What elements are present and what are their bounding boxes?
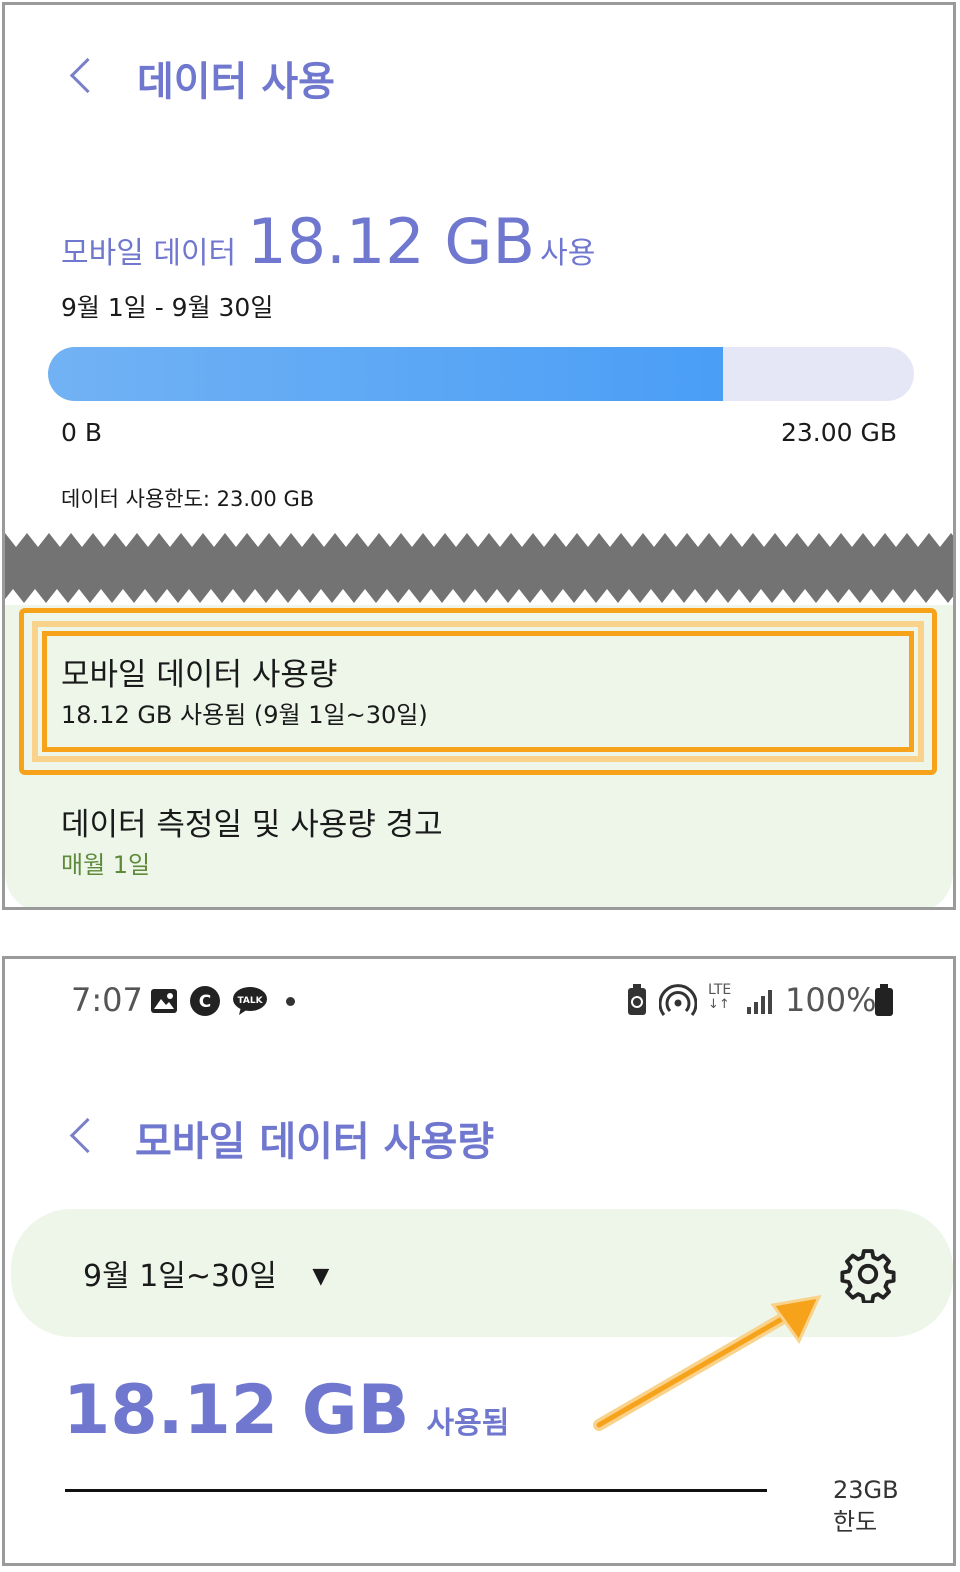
back-chevron-icon[interactable]: [69, 1117, 106, 1154]
svg-text:C: C: [199, 992, 211, 1012]
data-usage-screen: 데이터 사용 모바일 데이터 18.12 GB 사용 9월 1일 - 9월 30…: [2, 2, 956, 910]
page-title: 데이터 사용: [137, 59, 335, 105]
network-type: LTE ↓↑: [708, 983, 731, 1012]
gallery-icon: [151, 989, 177, 1013]
arrow-annotation: [593, 1295, 822, 1431]
usage-suffix: 사용됨: [426, 1406, 510, 1441]
usage-summary: 모바일 데이터 18.12 GB 사용: [61, 205, 595, 278]
list-item-title: 모바일 데이터 사용량: [61, 657, 338, 693]
data-limit-text: 데이터 사용한도: 23.00 GB: [61, 487, 315, 511]
mobile-data-usage-screen: 7:07 C TALK LTE ↓↑ 100% 모바일 데이터 사용량 9월 1…: [2, 956, 956, 1566]
signal-icon: [747, 990, 772, 1014]
usage-amount-block: 18.12 GB 사용됨: [63, 1371, 509, 1450]
battery-icon: [875, 984, 893, 1016]
limit-label: 23GB 한도: [833, 1474, 899, 1538]
c-app-icon: C: [190, 986, 220, 1016]
battery-percent: 100%: [785, 981, 877, 1019]
list-item-billing-cycle[interactable]: 데이터 측정일 및 사용량 경고 매월 1일: [45, 787, 915, 887]
list-item-subtitle: 18.12 GB 사용됨 (9월 1일~30일): [61, 701, 428, 729]
gear-icon[interactable]: [839, 1245, 897, 1303]
summary-prefix: 모바일 데이터: [61, 236, 237, 271]
hotspot-icon: [659, 984, 697, 1016]
list-item-title: 데이터 측정일 및 사용량 경고: [61, 807, 443, 843]
limit-text: 한도: [833, 1508, 878, 1536]
usage-progress-fill: [48, 347, 724, 401]
usage-progress-bar: [48, 347, 914, 401]
usage-period: 9월 1일 - 9월 30일: [61, 293, 274, 322]
usage-line: [65, 1489, 767, 1492]
cut-separator: [5, 533, 953, 603]
page-title: 모바일 데이터 사용량: [135, 1119, 495, 1165]
network-arrows-icon: ↓↑: [708, 997, 730, 1012]
svg-text:TALK: TALK: [237, 996, 263, 1006]
kakaotalk-icon: TALK: [233, 987, 267, 1015]
usage-amount: 18.12 GB: [63, 1371, 410, 1450]
back-chevron-icon[interactable]: [69, 57, 106, 94]
limit-amount: 23GB: [833, 1476, 899, 1504]
list-item-mobile-data-usage[interactable]: 모바일 데이터 사용량 18.12 GB 사용됨 (9월 1일~30일): [45, 633, 915, 743]
summary-amount: 18.12 GB: [247, 205, 536, 278]
bar-min-label: 0 B: [61, 418, 103, 447]
period-dropdown-value: 9월 1일~30일: [83, 1259, 277, 1294]
bar-max-label: 23.00 GB: [780, 418, 897, 447]
battery-saver-icon: [628, 984, 646, 1015]
summary-suffix: 사용: [540, 236, 596, 271]
list-item-subtitle: 매월 1일: [61, 851, 151, 879]
notification-dot-icon: [286, 997, 295, 1006]
dropdown-triangle-icon: ▼: [312, 1264, 330, 1289]
network-type-label: LTE: [708, 982, 732, 998]
period-dropdown[interactable]: 9월 1일~30일 ▼: [83, 1251, 329, 1295]
status-time: 7:07: [71, 981, 143, 1019]
